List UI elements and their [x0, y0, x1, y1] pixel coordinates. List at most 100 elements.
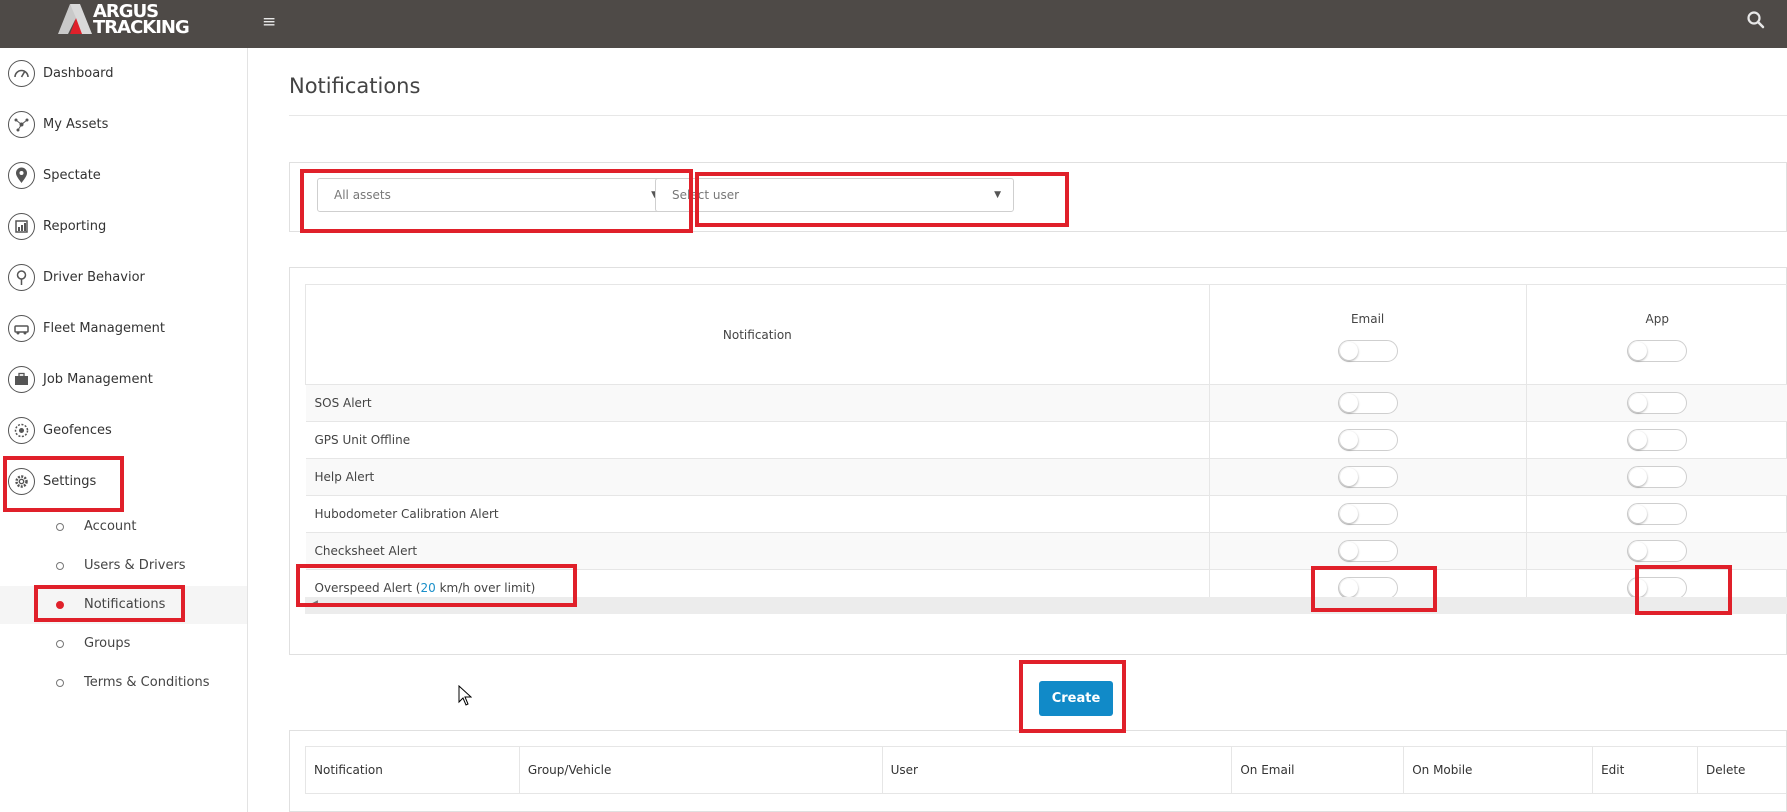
sidebar-sub-item-label: Account	[84, 519, 137, 534]
dashboard-icon	[8, 60, 35, 87]
column-header-app: App	[1525, 284, 1787, 385]
table-row: Help Alert	[305, 458, 1787, 496]
top-bar: ARGUS TRACKING ≡	[0, 0, 1787, 48]
table-header-row: Notification Group/Vehicle User On Email…	[305, 746, 1786, 794]
column-header: Edit	[1592, 746, 1698, 794]
create-button[interactable]: Create	[1039, 681, 1113, 716]
overspeed-limit-value[interactable]: 20	[421, 581, 436, 595]
notification-settings-panel: Notification Email App SOS Alert GPS Uni…	[289, 267, 1787, 655]
email-toggle[interactable]	[1337, 503, 1398, 525]
email-toggle[interactable]	[1337, 392, 1398, 414]
notification-name: Hubodometer Calibration Alert	[305, 495, 1210, 533]
chevron-down-icon: ▼	[994, 190, 1001, 200]
gear-icon	[8, 468, 35, 495]
filter-panel: All assets ▼ Select user ▼	[289, 162, 1787, 232]
divider	[289, 115, 1787, 116]
column-header-email: Email	[1208, 284, 1527, 385]
column-header: User	[881, 746, 1233, 794]
app-toggle[interactable]	[1627, 503, 1688, 525]
sidebar-item-job-management[interactable]: Job Management	[0, 354, 247, 405]
notification-name: Checksheet Alert	[305, 532, 1210, 570]
table-row: SOS Alert	[305, 384, 1787, 422]
sidebar-sub-item-label: Users & Drivers	[84, 558, 186, 573]
column-header-email-label: Email	[1350, 312, 1385, 326]
sidebar-item-dashboard[interactable]: Dashboard	[0, 48, 247, 99]
email-toggle[interactable]	[1337, 540, 1398, 562]
geofence-icon	[8, 417, 35, 444]
scroll-left-icon[interactable]: ◀	[311, 599, 318, 609]
sidebar: Dashboard My Assets Spectate Reporting D…	[0, 48, 248, 812]
search-icon[interactable]	[1746, 10, 1766, 30]
page-title: Notifications	[289, 74, 421, 98]
notification-name: GPS Unit Offline	[305, 421, 1210, 459]
column-header: Group/Vehicle	[518, 746, 883, 794]
logo-mark-icon	[58, 4, 92, 34]
sidebar-item-settings[interactable]: Settings	[0, 456, 247, 507]
map-pin-icon	[8, 162, 35, 189]
driver-icon	[8, 264, 35, 291]
app-toggle[interactable]	[1627, 540, 1688, 562]
hamburger-icon[interactable]: ≡	[262, 12, 276, 32]
sidebar-sub-item-users-drivers[interactable]: Users & Drivers	[0, 547, 247, 585]
sidebar-item-label: Driver Behavior	[43, 270, 145, 285]
sidebar-item-fleet-management[interactable]: Fleet Management	[0, 303, 247, 354]
sidebar-item-label: My Assets	[43, 117, 109, 132]
mouse-cursor-icon	[458, 685, 472, 706]
column-header: Delete	[1696, 746, 1786, 794]
sidebar-item-label: Settings	[43, 474, 97, 489]
sidebar-item-spectate[interactable]: Spectate	[0, 150, 247, 201]
sidebar-sub-item-label: Groups	[84, 636, 131, 651]
sidebar-item-reporting[interactable]: Reporting	[0, 201, 247, 252]
notification-list-table: Notification Group/Vehicle User On Email…	[305, 746, 1786, 794]
overspeed-label-prefix: Overspeed Alert (	[314, 581, 421, 596]
sidebar-item-label: Geofences	[43, 423, 112, 438]
user-select[interactable]: Select user ▼	[655, 178, 1014, 212]
app-toggle-overspeed[interactable]	[1627, 577, 1688, 600]
brand-logo[interactable]: ARGUS TRACKING	[58, 2, 193, 38]
sidebar-sub-item-notifications[interactable]: Notifications	[0, 586, 247, 624]
report-icon	[8, 213, 35, 240]
assets-icon	[8, 111, 35, 138]
sidebar-sub-item-terms[interactable]: Terms & Conditions	[0, 664, 247, 702]
app-toggle[interactable]	[1627, 429, 1688, 451]
sidebar-sub-item-label: Notifications	[84, 597, 166, 612]
bullet-icon	[56, 523, 64, 531]
logo-text-line2: TRACKING	[93, 17, 190, 38]
column-header-app-label: App	[1645, 312, 1669, 326]
bullet-icon	[56, 601, 64, 609]
sidebar-item-label: Spectate	[43, 168, 101, 183]
briefcase-icon	[8, 366, 35, 393]
notification-settings-table: Notification Email App SOS Alert GPS Uni…	[305, 284, 1787, 607]
notification-name: SOS Alert	[305, 384, 1210, 422]
column-header: On Email	[1231, 746, 1405, 794]
sidebar-item-label: Reporting	[43, 219, 107, 234]
table-row: Hubodometer Calibration Alert	[305, 495, 1787, 533]
table-row: Checksheet Alert	[305, 532, 1787, 570]
sidebar-sub-item-groups[interactable]: Groups	[0, 625, 247, 663]
sidebar-item-my-assets[interactable]: My Assets	[0, 99, 247, 150]
column-header: On Mobile	[1403, 746, 1594, 794]
column-header: Notification	[305, 746, 520, 794]
sidebar-item-geofences[interactable]: Geofences	[0, 405, 247, 456]
sidebar-sub-item-account[interactable]: Account	[0, 508, 247, 546]
app-toggle-all[interactable]	[1627, 340, 1688, 362]
column-header-notification: Notification	[305, 284, 1210, 385]
email-toggle-overspeed[interactable]	[1337, 577, 1398, 600]
email-toggle[interactable]	[1337, 466, 1398, 488]
sidebar-item-label: Dashboard	[43, 66, 114, 81]
bullet-icon	[56, 640, 64, 648]
email-toggle-all[interactable]	[1337, 340, 1398, 362]
sidebar-item-label: Fleet Management	[43, 321, 165, 336]
horizontal-scrollbar[interactable]: ◀	[305, 597, 1787, 614]
notification-list-panel: Notification Group/Vehicle User On Email…	[289, 730, 1787, 812]
bullet-icon	[56, 562, 64, 570]
assets-select[interactable]: All assets ▼	[317, 178, 671, 212]
app-toggle[interactable]	[1627, 392, 1688, 414]
main-content: Notifications All assets ▼ Select user ▼…	[249, 48, 1787, 812]
sidebar-item-driver-behavior[interactable]: Driver Behavior	[0, 252, 247, 303]
table-row: GPS Unit Offline	[305, 421, 1787, 459]
app-toggle[interactable]	[1627, 466, 1688, 488]
notification-name: Help Alert	[305, 458, 1210, 496]
email-toggle[interactable]	[1337, 429, 1398, 451]
table-header-row: Notification Email App	[305, 284, 1787, 385]
